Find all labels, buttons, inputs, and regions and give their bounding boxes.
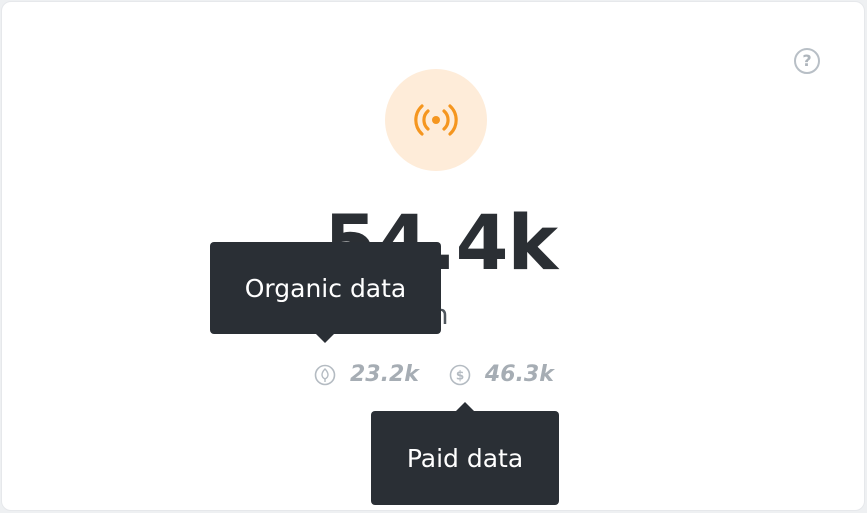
organic-tooltip: Organic data (210, 242, 441, 343)
breakdown-row: 23.2k $ 46.3k (314, 362, 584, 387)
organic-tooltip-arrow (316, 334, 334, 343)
broadcast-signal-icon (414, 104, 458, 136)
help-glyph: ? (802, 51, 812, 70)
paid-breakdown[interactable]: $ 46.3k (449, 362, 554, 387)
dollar-circle-icon: $ (449, 364, 471, 386)
organic-breakdown[interactable]: 23.2k (314, 362, 419, 387)
paid-tooltip-text: Paid data (406, 443, 524, 473)
metric-card: ? 54.4k ch 23.2k (1, 1, 865, 511)
organic-tooltip-text: Organic data (244, 273, 407, 303)
paid-tooltip-arrow (456, 402, 474, 411)
leaf-circle-icon (314, 364, 336, 386)
help-icon[interactable]: ? (794, 48, 820, 74)
paid-tooltip: Paid data (371, 402, 559, 505)
svg-text:$: $ (456, 368, 464, 382)
metric-icon-badge (385, 69, 487, 171)
paid-value: 46.3k (484, 362, 554, 387)
organic-value: 23.2k (350, 362, 419, 387)
